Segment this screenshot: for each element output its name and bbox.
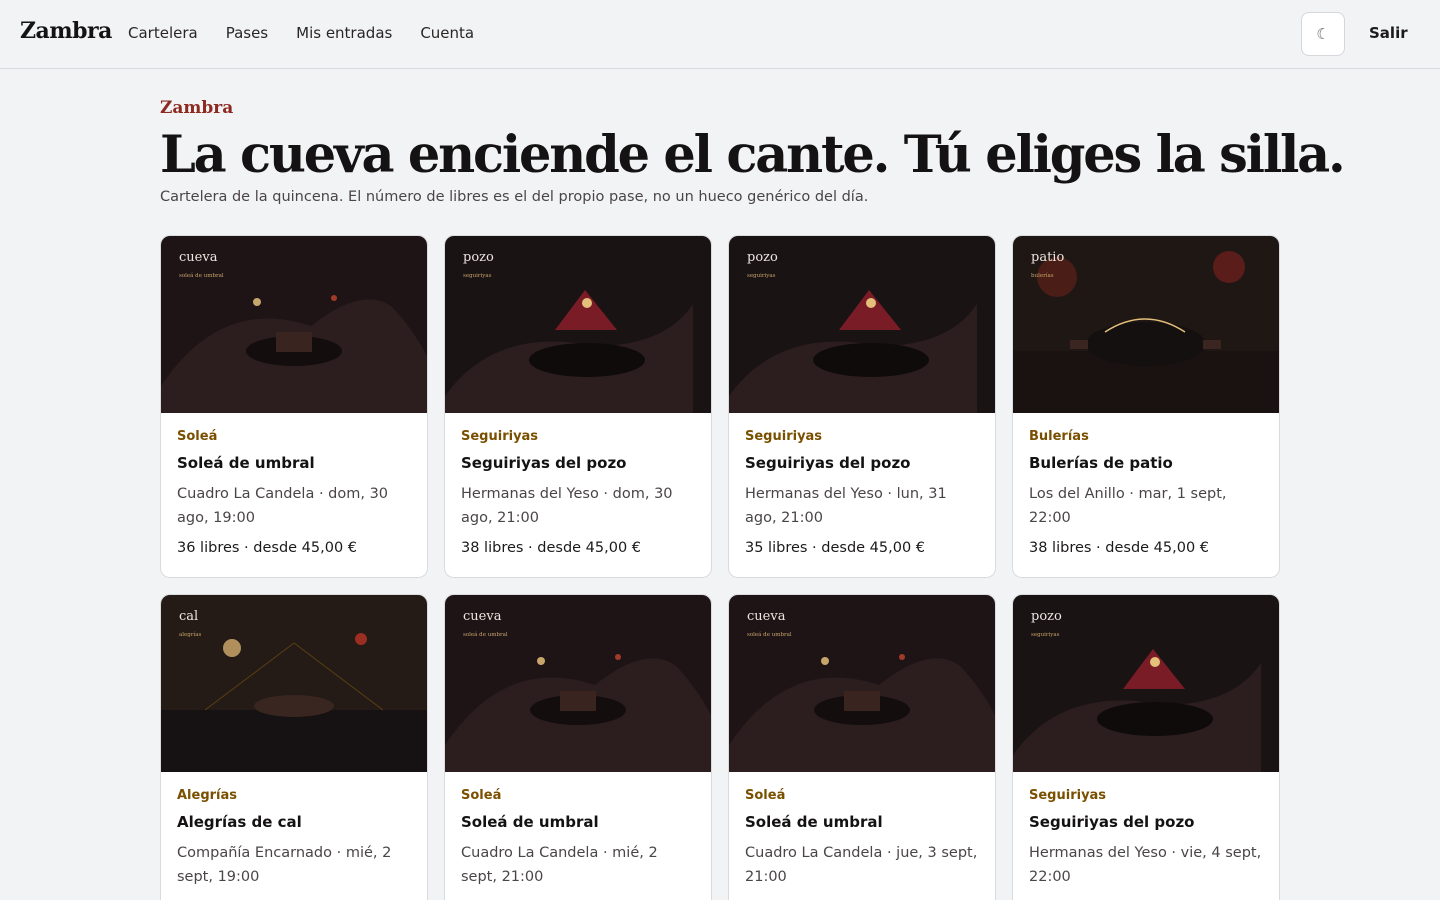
show-artwork: pozo seguiriyas [729, 236, 995, 413]
nav-link-mis-entradas[interactable]: Mis entradas [296, 24, 392, 42]
moon-icon: ☾ [1316, 25, 1330, 43]
show-artwork: pozo seguiriyas [1013, 595, 1279, 772]
show-artwork: pozo seguiriyas [445, 236, 711, 413]
artwork-sublabel: seguiriyas [463, 273, 492, 279]
show-availability: 38 libres · desde 45,00 € [1029, 540, 1210, 556]
show-artwork: cueva soleá de umbral [445, 595, 711, 772]
show-availability: 38 libres · desde 45,00 € [461, 540, 642, 556]
artwork-sublabel: seguiriyas [1031, 632, 1060, 638]
nav-link-cuenta[interactable]: Cuenta [420, 24, 474, 42]
show-artwork: cueva soleá de umbral [729, 595, 995, 772]
nav-link-cartelera[interactable]: Cartelera [128, 24, 198, 42]
show-grid: cueva soleá de umbral Soleá Soleá de umb… [160, 235, 1280, 900]
artwork-sublabel: soleá de umbral [747, 632, 792, 638]
artwork-sublabel: alegrías [179, 632, 202, 638]
show-meta: Compañía Encarnado · mié, 2 sept, 19:00 [177, 845, 392, 885]
show-genre: Soleá [461, 788, 502, 803]
section-eyebrow: Zambra [160, 98, 234, 118]
show-genre: Soleá [745, 788, 786, 803]
show-title[interactable]: Seguiriyas del pozo [1029, 813, 1263, 831]
show-card[interactable]: cal alegrías Alegrías Alegrías de cal Co… [160, 594, 428, 900]
show-meta: Cuadro La Candela · dom, 30 ago, 19:00 [177, 486, 389, 526]
show-title[interactable]: Soleá de umbral [177, 454, 411, 472]
artwork-sublabel: bulerías [1031, 273, 1054, 279]
show-title[interactable]: Alegrías de cal [177, 813, 411, 831]
show-title[interactable]: Soleá de umbral [745, 813, 979, 831]
artwork-label: pozo [463, 250, 494, 265]
show-genre: Seguiriyas [1029, 788, 1107, 803]
show-artwork: cueva soleá de umbral [161, 236, 427, 413]
show-title[interactable]: Bulerías de patio [1029, 454, 1263, 472]
show-genre: Seguiriyas [745, 429, 823, 444]
show-title[interactable]: Seguiriyas del pozo [745, 454, 979, 472]
artwork-sublabel: soleá de umbral [179, 273, 224, 279]
show-card[interactable]: cueva soleá de umbral Soleá Soleá de umb… [160, 235, 428, 578]
show-card[interactable]: pozo seguiriyas Seguiriyas Seguiriyas de… [1012, 594, 1280, 900]
brand-logo[interactable]: Zambra [20, 18, 112, 44]
theme-toggle-button[interactable]: ☾ [1301, 12, 1345, 56]
top-navigation: Zambra Cartelera Pases Mis entradas Cuen… [0, 0, 1440, 69]
artwork-label: cueva [179, 250, 218, 265]
show-meta: Los del Anillo · mar, 1 sept, 22:00 [1029, 486, 1227, 526]
page-description: Cartelera de la quincena. El número de l… [160, 189, 869, 205]
artwork-sublabel: seguiriyas [747, 273, 776, 279]
show-availability: 36 libres · desde 45,00 € [177, 540, 358, 556]
artwork-label: pozo [1031, 609, 1062, 624]
show-meta: Hermanas del Yeso · lun, 31 ago, 21:00 [745, 486, 947, 526]
show-meta: Cuadro La Candela · mié, 2 sept, 21:00 [461, 845, 658, 885]
show-card[interactable]: pozo seguiriyas Seguiriyas Seguiriyas de… [444, 235, 712, 578]
show-card[interactable]: patio bulerías Bulerías Bulerías de pati… [1012, 235, 1280, 578]
show-meta: Hermanas del Yeso · dom, 30 ago, 21:00 [461, 486, 673, 526]
show-title[interactable]: Soleá de umbral [461, 813, 695, 831]
show-genre: Bulerías [1029, 429, 1089, 444]
show-genre: Seguiriyas [461, 429, 539, 444]
artwork-label: cueva [747, 609, 786, 624]
artwork-sublabel: soleá de umbral [463, 632, 508, 638]
artwork-label: cal [179, 609, 199, 624]
show-genre: Alegrías [177, 788, 238, 803]
show-card[interactable]: cueva soleá de umbral Soleá Soleá de umb… [728, 594, 996, 900]
main-nav: Cartelera Pases Mis entradas Cuenta [128, 24, 474, 42]
show-artwork: cal alegrías [161, 595, 427, 772]
artwork-label: patio [1031, 250, 1065, 265]
logout-button[interactable]: Salir [1369, 24, 1408, 42]
artwork-label: pozo [747, 250, 778, 265]
show-meta: Hermanas del Yeso · vie, 4 sept, 22:00 [1029, 845, 1262, 885]
show-meta: Cuadro La Candela · jue, 3 sept, 21:00 [745, 845, 978, 885]
show-title[interactable]: Seguiriyas del pozo [461, 454, 695, 472]
show-artwork: patio bulerías [1013, 236, 1279, 413]
show-card[interactable]: pozo seguiriyas Seguiriyas Seguiriyas de… [728, 235, 996, 578]
page-title: La cueva enciende el cante. Tú eliges la… [160, 125, 1346, 185]
artwork-label: cueva [463, 609, 502, 624]
nav-link-pases[interactable]: Pases [226, 24, 268, 42]
cal-illustration [161, 595, 427, 772]
show-genre: Soleá [177, 429, 218, 444]
show-card[interactable]: cueva soleá de umbral Soleá Soleá de umb… [444, 594, 712, 900]
show-availability: 35 libres · desde 45,00 € [745, 540, 926, 556]
